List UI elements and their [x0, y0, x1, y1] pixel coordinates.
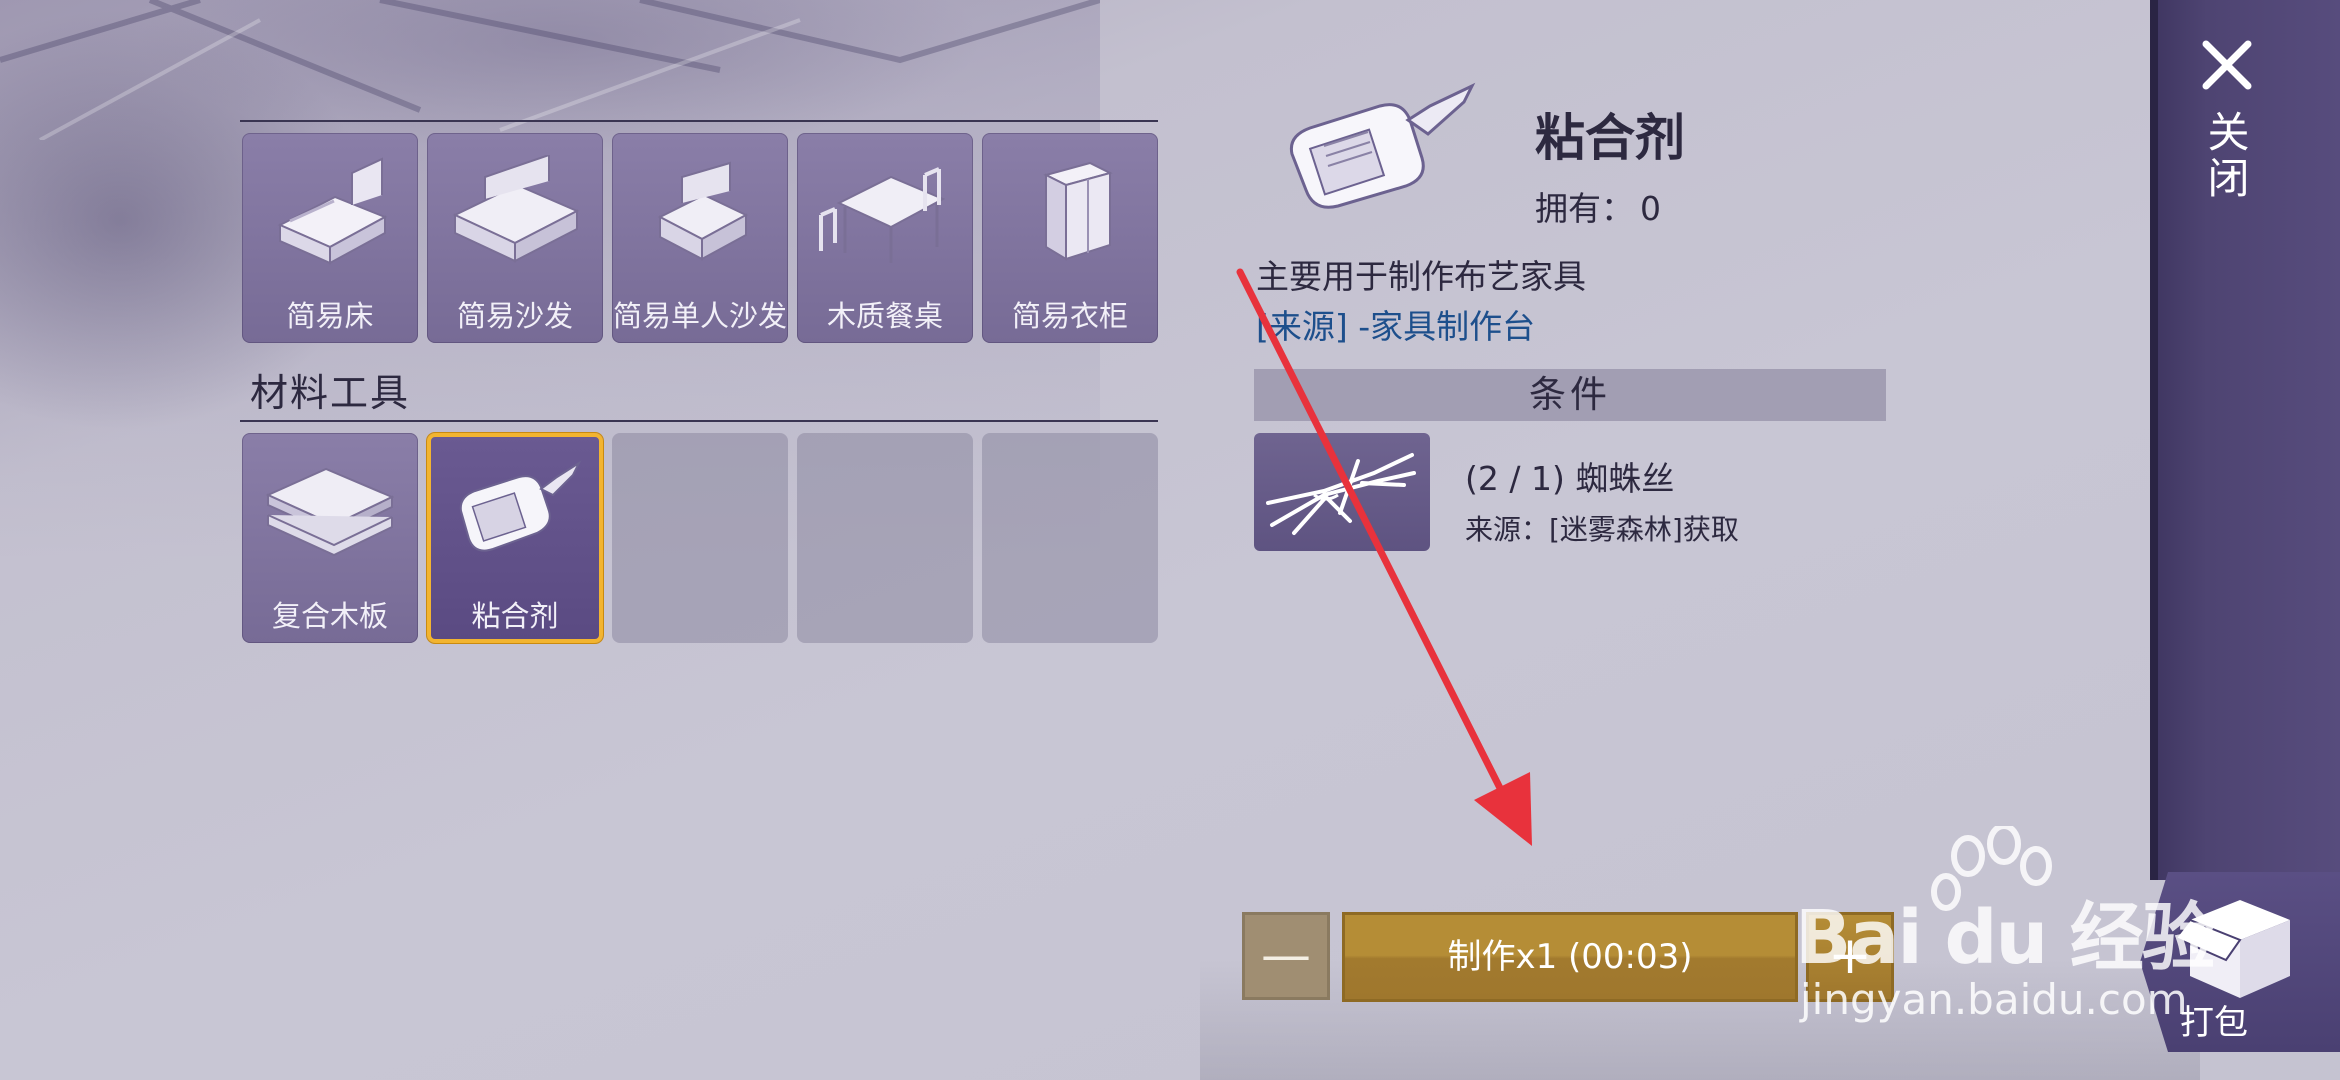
- armchair-icon: [657, 161, 749, 261]
- wood-planks-icon: [265, 467, 395, 557]
- annotation-arrow-icon: [1236, 268, 1532, 846]
- craft-button[interactable]: 制作x1 (00:03): [1342, 912, 1798, 1002]
- furniture-item-sofa[interactable]: 简易沙发: [427, 133, 603, 343]
- furniture-item-label: 简易衣柜: [1011, 299, 1128, 333]
- decrease-quantity-button[interactable]: —: [1242, 912, 1330, 1000]
- item-name: 粘合剂: [1535, 109, 1685, 167]
- furniture-item-dining-table[interactable]: 木质餐桌: [797, 133, 973, 343]
- owned-count: 拥有： 0: [1535, 182, 1661, 230]
- material-item-wood-planks[interactable]: 复合木板: [242, 433, 418, 643]
- material-empty-slot[interactable]: [612, 433, 788, 643]
- furniture-item-label: 木质餐桌: [826, 299, 943, 333]
- material-item-label: 粘合剂: [471, 599, 559, 633]
- furniture-item-label: 简易沙发: [456, 299, 573, 333]
- glue-bottle-icon: [459, 460, 582, 552]
- dining-table-icon: [819, 167, 946, 263]
- sofa-icon: [452, 155, 580, 263]
- material-empty-slot[interactable]: [982, 433, 1158, 643]
- bed-icon: [277, 157, 388, 265]
- glue-bottle-icon: [1289, 82, 1476, 209]
- pack-button-label[interactable]: 打包: [2180, 995, 2248, 1044]
- baidu-watermark-logo: Bai du 经验: [1795, 895, 2216, 981]
- owned-label: 拥有：: [1535, 189, 1634, 228]
- furniture-item-wardrobe[interactable]: 简易衣柜: [982, 133, 1158, 343]
- owned-value: 0: [1640, 189, 1661, 228]
- materials-section-title: 材料工具: [250, 371, 411, 415]
- furniture-item-label: 简易床: [286, 299, 374, 333]
- wardrobe-icon: [1043, 161, 1113, 261]
- materials-section-divider: [240, 420, 1158, 422]
- material-empty-slot[interactable]: [797, 433, 973, 643]
- close-button-label[interactable]: 关闭: [2201, 110, 2250, 202]
- furniture-item-label: 简易单人沙发: [612, 299, 787, 333]
- furniture-section-divider: [240, 120, 1158, 122]
- furniture-item-bed[interactable]: 简易床: [242, 133, 418, 343]
- material-item-glue[interactable]: 粘合剂: [427, 433, 603, 643]
- furniture-item-armchair[interactable]: 简易单人沙发: [612, 133, 788, 343]
- close-icon[interactable]: [2200, 38, 2254, 92]
- material-item-label: 复合木板: [271, 599, 388, 633]
- background-structure-art: [0, 0, 1100, 140]
- baidu-watermark-url: jingyan.baidu.com: [1800, 975, 2188, 1024]
